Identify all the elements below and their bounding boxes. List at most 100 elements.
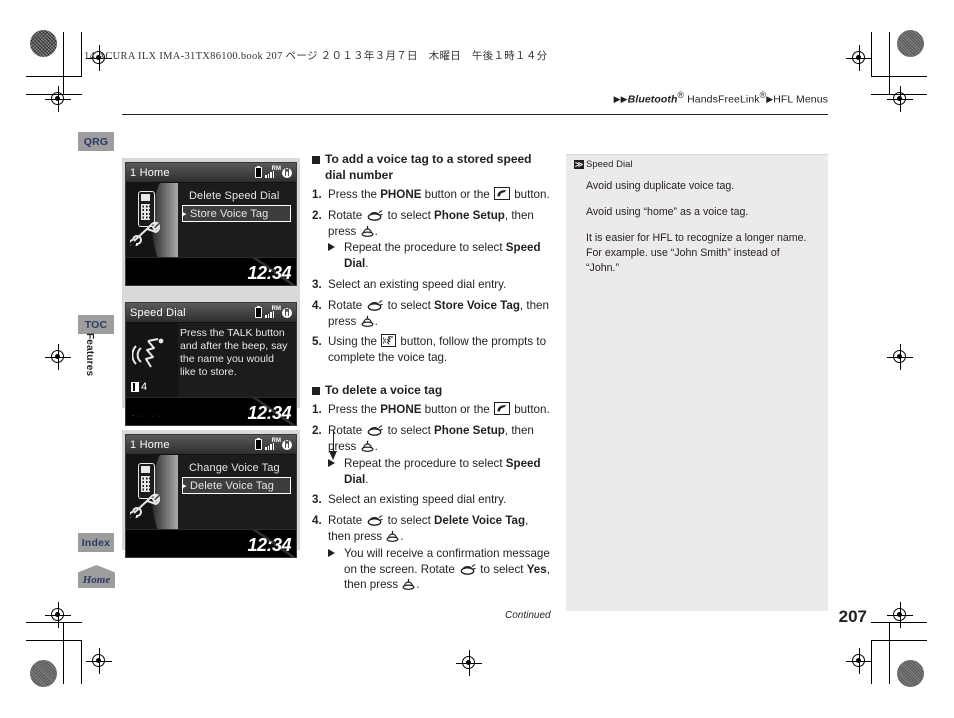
figure-group-bottom: 1 Home RM ᛗ Change Voice Tag ▸ Delete Vo… <box>122 430 300 558</box>
breadcrumb-arrow-icon-2: ▶ <box>766 93 774 104</box>
step-number: 3. <box>312 277 322 291</box>
body-text: Select an existing speed dial entry. <box>328 493 507 507</box>
step-text: Select an existing speed dial entry. <box>328 278 506 291</box>
note-title-row: ≫ Speed Dial <box>574 159 632 170</box>
battery-icon <box>255 438 262 450</box>
body-text: . <box>374 440 378 454</box>
screen-body: 4 Press the TALK button and after the be… <box>126 323 296 397</box>
emphasis-text: PHONE <box>380 403 422 417</box>
instruction-step: 4. Rotate to select Delete Voice Tag, the… <box>312 513 554 593</box>
emphasis-text: Phone Setup <box>434 424 505 438</box>
body-text: . <box>400 530 404 544</box>
crop-line <box>26 94 82 95</box>
body-text: Select an existing speed dial entry. <box>328 277 507 291</box>
registration-mark-bottom-left <box>45 602 71 628</box>
bluetooth-icon: ᛗ <box>282 439 292 450</box>
enter-press-icon <box>361 440 374 452</box>
crop-line <box>889 622 890 684</box>
badge-number: 4 <box>141 381 148 393</box>
menu-item-selected[interactable]: Delete Voice Tag <box>182 477 291 494</box>
registration-mark-bottom-center <box>456 650 482 676</box>
substep-triangle-icon <box>328 548 335 557</box>
body-text: . <box>365 257 369 271</box>
note-title: Speed Dial <box>586 159 633 170</box>
body-text: Repeat the procedure to select <box>344 241 506 255</box>
menu-item-selected[interactable]: Store Voice Tag <box>182 205 291 222</box>
screen-footer: 12:34 <box>126 529 299 557</box>
step-number: 1. <box>312 403 322 417</box>
screen-title-bar: 1 Home RM ᛗ <box>126 163 296 183</box>
instruction-substep: Repeat the procedure to select Speed Dia… <box>328 456 554 488</box>
step-text: Press the PHONE button or the button. <box>328 402 550 417</box>
body-text: Repeat the procedure to select <box>344 456 506 470</box>
menu-item[interactable]: Delete Speed Dial <box>182 188 291 203</box>
screen-title: Speed Dial <box>130 306 186 319</box>
body-text: Using the <box>328 335 381 349</box>
emphasis-text: Store Voice Tag <box>434 298 520 312</box>
rotary-dial-icon <box>366 424 384 437</box>
step-number: 1. <box>312 188 322 201</box>
step-text: Rotate to select Delete Voice Tag, then … <box>328 514 528 543</box>
step-number: 4. <box>312 514 322 528</box>
bluetooth-icon: ᛗ <box>282 307 292 318</box>
step-text: Select an existing speed dial entry. <box>328 493 506 506</box>
body-text: button or the <box>421 403 493 417</box>
sidebar-tab-index[interactable]: Index <box>78 533 114 552</box>
step-number: 5. <box>312 335 322 349</box>
sidebar-section-label: Features <box>84 333 95 377</box>
signal-icon: RM <box>264 166 281 178</box>
crop-line <box>871 76 927 77</box>
body-text: . <box>365 472 369 486</box>
enter-press-icon <box>361 315 374 327</box>
crop-line <box>63 32 64 94</box>
instruction-step: 1. Press the PHONE button or the button. <box>312 187 554 203</box>
step-text: Rotate to select Phone Setup, then press… <box>328 209 534 238</box>
badge-book-icon <box>131 382 139 392</box>
registration-mark-top-right-2 <box>887 86 913 112</box>
rotary-dial-icon <box>366 209 384 221</box>
substep-text: Repeat the procedure to select Speed Dia… <box>344 457 541 486</box>
screen-menu-list: Delete Speed Dial Store Voice Tag <box>178 183 296 257</box>
registration-mark-bottom-left-2 <box>86 648 112 674</box>
rotary-dial-icon <box>366 299 384 311</box>
instruction-substep: Repeat the procedure to select Speed Dia… <box>328 240 554 272</box>
note-body: Avoid using duplicate voice tag. Avoid us… <box>586 179 814 287</box>
screen-body: Change Voice Tag Delete Voice Tag <box>126 455 296 529</box>
registration-mark-middle-right <box>887 344 913 370</box>
menu-item[interactable]: Change Voice Tag <box>182 460 291 475</box>
note-marker-icon: ≫ <box>574 160 584 169</box>
sidebar-tab-qrg[interactable]: QRG <box>78 132 114 151</box>
sidebar-tab-toc[interactable]: TOC <box>78 315 114 334</box>
roaming-label: RM <box>271 306 281 312</box>
emphasis-text: Phone Setup <box>434 208 505 222</box>
crop-line <box>81 640 82 684</box>
body-text: Rotate <box>328 208 366 222</box>
body-text: . <box>374 224 378 238</box>
speed-dial-number-badge: 4 <box>131 381 147 393</box>
emphasis-text: PHONE <box>380 188 422 201</box>
battery-icon <box>255 166 262 178</box>
crop-line <box>871 640 872 684</box>
body-text: to select <box>384 514 435 528</box>
step-number: 4. <box>312 298 322 312</box>
sidebar-tab-home[interactable]: Home <box>78 565 115 588</box>
pickup-phone-icon <box>493 187 510 200</box>
substep-triangle-icon <box>328 458 335 467</box>
substep-text: Repeat the procedure to select Speed Dia… <box>344 241 541 270</box>
instruction-step: 2. Rotate to select Phone Setup, then pre… <box>312 208 554 272</box>
body-text: Press the <box>328 403 381 417</box>
note-paragraph: It is easier for HFL to recognize a long… <box>586 232 807 274</box>
body-text: to select <box>384 208 435 222</box>
bluetooth-icon: ᛗ <box>282 167 292 178</box>
instruction-step: 1. Press the PHONE button or the button. <box>312 402 554 418</box>
body-text: to select <box>477 562 527 576</box>
device-screen-speed-dial-prompt: Speed Dial RM ᛗ 4 Press the TALK button … <box>125 302 299 426</box>
screen-body: Delete Speed Dial Store Voice Tag <box>126 183 296 257</box>
roaming-label: RM <box>271 166 281 172</box>
instruction-substep: You will receive a confirmation message … <box>328 546 554 593</box>
device-screen-home-store: 1 Home RM ᛗ Delete Speed Dial ▸ Store Vo… <box>125 162 299 286</box>
note-paragraph: Avoid using duplicate voice tag. <box>586 180 735 192</box>
step-text: Press the PHONE button or the button. <box>328 187 550 201</box>
book-header-line: 14 ACURA ILX IMA-31TX86100.book 207 ページ … <box>84 51 548 62</box>
